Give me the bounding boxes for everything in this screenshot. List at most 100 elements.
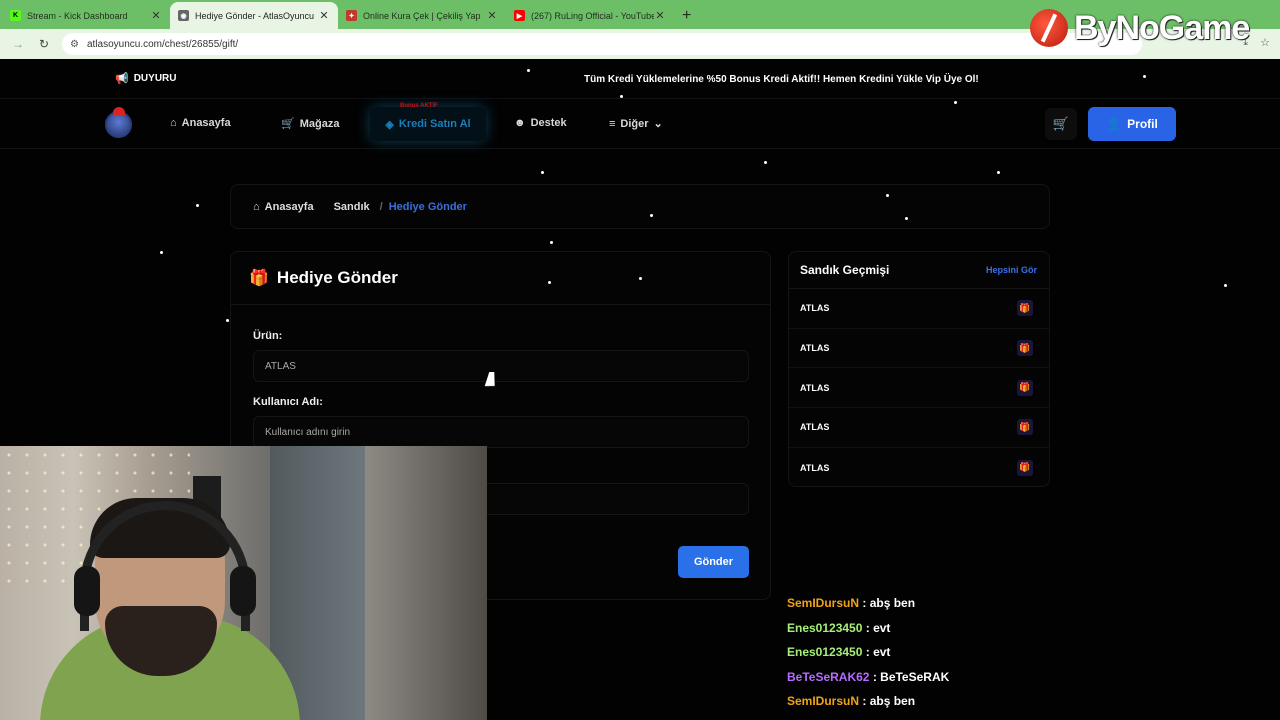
nav-other-dropdown[interactable]: ≡ Diğer ⌄ [609,117,663,131]
list-item: ATLAS 🎁 [789,289,1049,329]
profile-button[interactable]: 👤 Profil [1088,107,1176,141]
chat-username: SemIDursuN [787,596,860,610]
breadcrumb-chest[interactable]: Sandık [334,201,370,213]
history-item-label: ATLAS [800,422,830,433]
new-tab-icon[interactable]: + [682,2,691,29]
chat-username: Enes0123450 [787,645,863,659]
breadcrumb-separator: / [379,200,383,213]
view-all-link[interactable]: Hepsini Gör [986,265,1037,275]
gift-icon[interactable]: 🎁 [1017,459,1033,476]
chat-text: evt [873,645,891,659]
breadcrumb: ⌂ Anasayfa Sandık / Hediye Gönder [230,184,1050,229]
tab-kick-dashboard[interactable]: K Stream - Kick Dashboard ✕ [2,2,170,29]
bonus-badge: Bonus AKTİF [400,103,438,109]
tab-atlasoyuncu[interactable]: ◉ Hediye Gönder - AtlasOyuncu ✕ [170,2,338,29]
wardrobe-door [365,446,487,720]
snow-particle [954,101,957,104]
cart-button[interactable]: 🛒 [1045,108,1077,140]
chat-message: BeTeSeRAK62 : BeTeSeRAK [787,669,950,684]
list-item: ATLAS 🎁 [789,408,1049,448]
nav-home[interactable]: ⌂ Anasayfa [170,117,231,129]
nav-credit-label: Kredi Satın Al [398,118,471,130]
headset-earcup [74,566,100,616]
snow-particle [550,241,553,244]
snow-particle [527,69,530,72]
snow-particle [1224,284,1227,287]
bynogame-watermark: ByNoGame [1030,2,1280,54]
forward-icon[interactable]: → [10,37,26,51]
gift-icon[interactable]: 🎁 [1017,340,1033,357]
announcement-label-text: DUYURU [133,73,177,84]
send-gift-button[interactable]: Gönder [678,546,749,578]
gift-icon: 🎁 [249,270,269,287]
gift-icon[interactable]: 🎁 [1017,300,1033,317]
chat-text: BeTeSeRAK [880,669,950,684]
user-icon: 👤 [1106,117,1122,131]
gift-form-title: Hediye Gönder [276,268,398,287]
site-info-icon[interactable]: ⚙ [70,39,79,50]
list-item: ATLAS 🎁 [789,368,1049,409]
chat-username: BeTeSeRAK62 [787,669,870,684]
snow-particle [160,251,163,254]
product-field: ATLAS [253,350,749,382]
close-tab-icon[interactable]: ✕ [318,9,330,22]
webcam-overlay [0,446,487,720]
snow-particle [548,281,551,284]
gift-icon[interactable]: 🎁 [1017,379,1033,396]
snow-particle [997,171,1000,174]
site-logo[interactable] [105,107,132,138]
address-bar[interactable]: ⚙ atlasoyuncu.com/chest/26855/gift/ [62,33,1142,55]
gift-icon[interactable]: 🎁 [1017,419,1033,436]
product-label: Ürün: [253,330,283,342]
chat-message: SemIDursuN : abş ben [787,694,916,708]
chat-message: Enes0123450 : evt [787,620,891,635]
chat-text: abş ben [869,596,916,610]
coin-icon: ◈ [385,118,394,131]
cart-icon: 🛒 [1052,116,1070,131]
raffle-favicon-icon: ✦ [346,10,357,21]
profile-label: Profil [1127,117,1158,131]
tab-title: Stream - Kick Dashboard [27,10,128,21]
list-item: ATLAS 🎁 [789,448,1049,488]
chat-text: abş ben [869,694,916,708]
main-navigation: ⌂ Anasayfa 🛒 Mağaza Bonus AKTİF ◈ Kredi … [0,99,1280,149]
snow-particle [196,204,199,207]
nav-other-label: Diğer [620,117,649,130]
kick-favicon-icon: K [10,10,21,21]
snow-particle [620,95,623,98]
chat-username: SemIDursuN [787,694,860,708]
nav-shop-label: Mağaza [299,117,340,130]
gift-form-header: 🎁 Hediye Gönder [231,252,770,305]
chat-username: Enes0123450 [787,620,863,635]
nav-shop[interactable]: 🛒 Mağaza [281,117,340,131]
close-tab-icon[interactable]: ✕ [486,9,498,22]
chat-text: evt [873,620,891,635]
close-tab-icon[interactable]: ✕ [150,9,162,22]
snow-particle [226,319,229,322]
stream-chat-overlay: SemIDursuN : abş ben Enes0123450 : evt E… [787,596,1087,719]
watermark-text: ByNoGame [1074,8,1250,47]
history-item-label: ATLAS [800,303,830,314]
snow-particle [541,171,544,174]
breadcrumb-current: Hediye Gönder [388,200,467,213]
reload-icon[interactable]: ↻ [36,37,52,51]
youtube-favicon-icon: ▶ [514,10,525,21]
tab-kura-cek[interactable]: ✦ Online Kura Çek | Çekiliş Yap ✕ [338,2,506,29]
announcement-label: 📢 DUYURU [115,72,176,85]
breadcrumb-home[interactable]: Anasayfa [265,201,314,213]
nav-buy-credit[interactable]: Bonus AKTİF ◈ Kredi Satın Al [370,103,486,141]
tab-title: (267) RuLing Official - YouTube [531,10,654,21]
headset-earcup [230,566,256,616]
chat-message: SemIDursuN : abş ben [787,596,916,610]
close-tab-icon[interactable]: ✕ [654,9,666,22]
username-input[interactable]: Kullanıcı adını girin [253,416,749,448]
home-icon: ⌂ [170,117,177,129]
snow-particle [639,277,642,280]
chat-message: Enes0123450 : evt [787,645,891,659]
tab-youtube[interactable]: ▶ (267) RuLing Official - YouTube ✕ [506,2,674,29]
snow-particle [905,217,908,220]
nav-support[interactable]: ☻ Destek [514,117,567,129]
list-item: ATLAS 🎁 [789,329,1049,369]
history-item-label: ATLAS [800,382,830,393]
announcement-text: Tüm Kredi Yüklemelerine %50 Bonus Kredi … [584,74,979,85]
